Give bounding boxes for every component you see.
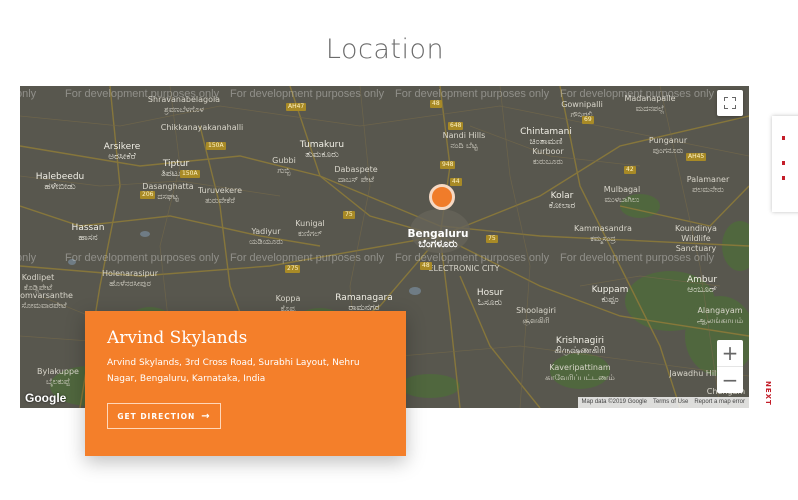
map-label: Kurboor ಕುರುಬೂರು	[532, 147, 564, 166]
map-watermark: For development purposes only	[395, 252, 550, 264]
get-direction-label: GET DIRECTION	[117, 411, 196, 421]
map-watermark: For development purposes only	[230, 252, 385, 264]
map-label: Halebeedu ಹಳೇಬೀಡು	[35, 172, 85, 192]
map-label: Tumakuru ತುಮಕೂರು	[299, 140, 345, 160]
zoom-out-button[interactable]: −	[717, 367, 743, 393]
page-title: Location	[325, 34, 445, 65]
road-badge: 75	[486, 235, 498, 243]
road-badge: 948	[440, 161, 456, 169]
map-data-text: Map data ©2019 Google	[581, 399, 647, 405]
map-label: Bengaluru ಬೆಂಗಳೂರು	[407, 228, 469, 250]
get-direction-button[interactable]: GET DIRECTION →	[107, 403, 221, 429]
map-label: Mulbagal ಮುಳಬಾಗಿಲು	[603, 185, 641, 204]
map-label: Arsikere ಅರಸೀಕೆರೆ	[103, 142, 141, 162]
road-badge: 75	[343, 211, 355, 219]
map-label: Krishnagiri கிருஷ்ணகிரி	[554, 336, 606, 356]
arrow-right-icon: →	[201, 410, 211, 422]
map-label: Punganur ಪುಂಗನೂರು	[648, 136, 688, 155]
map-label: ELECTRONIC CITY	[428, 264, 500, 273]
map-label: Yadiyur ಯಡಿಯೂರು	[248, 227, 284, 246]
road-badge: 206	[140, 191, 156, 199]
map-label: Nandi Hills ನಂದಿ ಬೆಟ್ಟ	[442, 131, 486, 150]
map-label: Ambur ಆಂಬೂರ್	[686, 275, 718, 295]
map-label: Jawadhu Hills	[669, 369, 723, 378]
map-watermark: For development purposes only	[65, 252, 220, 264]
road-badge: 150A	[206, 142, 226, 150]
road-badge: 648	[448, 122, 464, 130]
map-label: Koundinya Wildlife Sanctuary	[675, 224, 717, 253]
road-badge: 275	[285, 265, 301, 273]
map-label: Shoolagiri சூளகிரி	[516, 306, 556, 325]
map-label: Chintamani ಚಿಂತಾಮಣಿ	[520, 127, 572, 147]
road-badge: 44	[450, 178, 462, 186]
map-attribution: Map data ©2019 Google Terms of Use Repor…	[577, 397, 749, 408]
side-tab-marker	[782, 161, 785, 165]
map-label: Alangayam ஆலங்காயம்	[696, 306, 744, 325]
road-badge: 48	[430, 100, 442, 108]
map-watermark: For development purposes only	[560, 252, 715, 264]
zoom-in-button[interactable]: +	[717, 340, 743, 367]
map-label: Gubbi ಗುಬ್ಬಿ	[272, 156, 296, 175]
location-name: Arvind Skylands	[107, 328, 248, 348]
side-tab-marker	[782, 136, 785, 140]
road-badge: 150A	[180, 170, 200, 178]
map-label: Somvarsanthe ಸೋಮವಾರಪೇಟೆ	[20, 291, 73, 310]
google-logo: Google	[25, 391, 67, 405]
side-tab-marker	[782, 176, 785, 180]
map-label: Holenarasipur ಹೊಳೆನರಸೀಪುರ	[101, 269, 159, 288]
map-label: Turuvekere ತುರುವೇಕೆರೆ	[197, 186, 243, 205]
map-label: Ramanagara ರಾಮನಗರ	[335, 293, 393, 313]
map-label: Kodlipet ಕೊಡ್ಲಿಪೇಟೆ	[21, 273, 55, 292]
road-badge: 69	[582, 116, 594, 124]
location-marker[interactable]	[429, 184, 455, 210]
terms-link[interactable]: Terms of Use	[653, 397, 688, 408]
map-watermark: For development purposes only	[395, 88, 550, 100]
map-label: Dabaspete ದಾಬಸ್ ಪೇಟೆ	[334, 165, 378, 184]
map-watermark: only	[20, 252, 37, 264]
fullscreen-button[interactable]	[717, 90, 743, 116]
map-label: Kunigal ಕುಣಿಗಲ್	[295, 219, 325, 238]
road-badge: 42	[624, 166, 636, 174]
road-badge: AH47	[286, 103, 307, 111]
map-label: Chikkanayakanahalli	[160, 123, 244, 132]
map-label: Bylakuppe ಬೈಲಕುಪ್ಪೆ	[37, 367, 79, 386]
map-label: Kuppam ಕುಪ್ಪಂ	[591, 285, 629, 305]
map-watermark: only	[20, 88, 37, 100]
road-badge: AH45	[686, 153, 707, 161]
map-label: Kammasandra ಕಮ್ಮಸಂದ್ರ	[574, 224, 632, 243]
map-label: Hosur ಓಸೂರು	[476, 288, 504, 308]
map-label: Kolar ಕೋಲಾರ	[548, 191, 576, 211]
map-watermark: For development purposes only	[230, 88, 385, 100]
fullscreen-icon	[724, 97, 736, 109]
map-label: Kaveripattinam காவேரிப்பட்டணம்	[545, 363, 615, 382]
map-watermark: For development purposes only	[65, 88, 220, 100]
report-error-link[interactable]: Report a map error	[694, 397, 745, 408]
map-label: Palamaner ಪಲಮನೇರು	[686, 175, 730, 194]
map-watermark: For development purposes only	[560, 88, 715, 100]
side-tab[interactable]	[772, 116, 798, 212]
location-card: Arvind Skylands Arvind Skylands, 3rd Cro…	[85, 311, 406, 456]
map-label: Hassan ಹಾಸನ	[71, 223, 105, 243]
next-link[interactable]: NEXT	[764, 381, 772, 406]
location-address: Arvind Skylands, 3rd Cross Road, Surabhi…	[107, 358, 360, 384]
